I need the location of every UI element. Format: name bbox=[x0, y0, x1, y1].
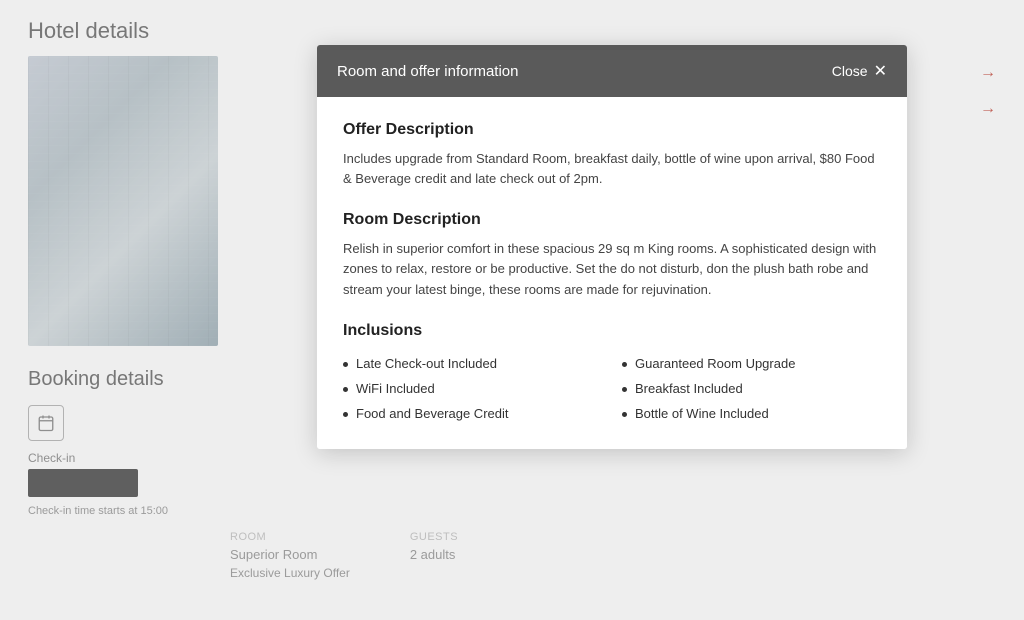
room-section-text: Relish in superior comfort in these spac… bbox=[343, 239, 881, 299]
offer-section-text: Includes upgrade from Standard Room, bre… bbox=[343, 149, 881, 189]
inclusions-title: Inclusions bbox=[343, 322, 881, 340]
inclusion-item: WiFi Included bbox=[343, 381, 602, 396]
inclusion-text: WiFi Included bbox=[356, 381, 435, 396]
offer-section-title: Offer Description bbox=[343, 121, 881, 139]
bullet-icon bbox=[622, 362, 627, 367]
modal-close-icon: ✕ bbox=[874, 61, 887, 81]
modal-header: Room and offer information Close ✕ bbox=[317, 45, 907, 97]
inclusion-item: Guaranteed Room Upgrade bbox=[622, 356, 881, 371]
modal-body: Offer Description Includes upgrade from … bbox=[317, 97, 907, 449]
bullet-icon bbox=[343, 412, 348, 417]
modal-close-button[interactable]: Close ✕ bbox=[832, 61, 887, 81]
modal-close-label: Close bbox=[832, 63, 868, 79]
inclusion-item: Food and Beverage Credit bbox=[343, 406, 602, 421]
page-background: Hotel details Booking details Check-in C… bbox=[0, 0, 1024, 620]
modal-overlay: Room and offer information Close ✕ Offer… bbox=[0, 0, 1024, 620]
modal-title: Room and offer information bbox=[337, 63, 519, 80]
bullet-icon bbox=[622, 387, 627, 392]
modal-dialog: Room and offer information Close ✕ Offer… bbox=[317, 45, 907, 449]
bullet-icon bbox=[622, 412, 627, 417]
inclusion-item: Late Check-out Included bbox=[343, 356, 602, 371]
inclusion-text: Breakfast Included bbox=[635, 381, 743, 396]
inclusion-text: Food and Beverage Credit bbox=[356, 406, 508, 421]
inclusion-text: Late Check-out Included bbox=[356, 356, 497, 371]
inclusion-item: Bottle of Wine Included bbox=[622, 406, 881, 421]
inclusion-text: Guaranteed Room Upgrade bbox=[635, 356, 795, 371]
room-section-title: Room Description bbox=[343, 211, 881, 229]
inclusions-grid: Late Check-out Included Guaranteed Room … bbox=[343, 356, 881, 421]
bullet-icon bbox=[343, 362, 348, 367]
inclusion-text: Bottle of Wine Included bbox=[635, 406, 769, 421]
inclusion-item: Breakfast Included bbox=[622, 381, 881, 396]
bullet-icon bbox=[343, 387, 348, 392]
